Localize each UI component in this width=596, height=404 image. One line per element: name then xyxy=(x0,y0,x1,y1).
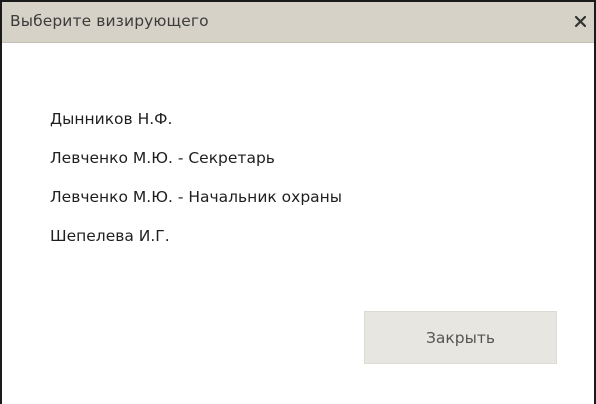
close-button[interactable]: Закрыть xyxy=(364,311,557,364)
dialog-titlebar: Выберите визирующего xyxy=(2,2,594,43)
dialog-title: Выберите визирующего xyxy=(10,12,209,30)
signer-item-levchenko-secretary[interactable]: Левченко М.Ю. - Секретарь xyxy=(50,149,342,167)
signer-item-dynnikov[interactable]: Дынников Н.Ф. xyxy=(50,110,342,128)
close-icon[interactable] xyxy=(570,9,592,35)
signer-item-levchenko-security-head[interactable]: Левченко М.Ю. - Начальник охраны xyxy=(50,188,342,206)
signer-list: Дынников Н.Ф. Левченко М.Ю. - Секретарь … xyxy=(50,110,342,266)
signer-item-shepeleva[interactable]: Шепелева И.Г. xyxy=(50,227,342,245)
signer-select-dialog: Выберите визирующего Дынников Н.Ф. Левче… xyxy=(0,0,596,404)
